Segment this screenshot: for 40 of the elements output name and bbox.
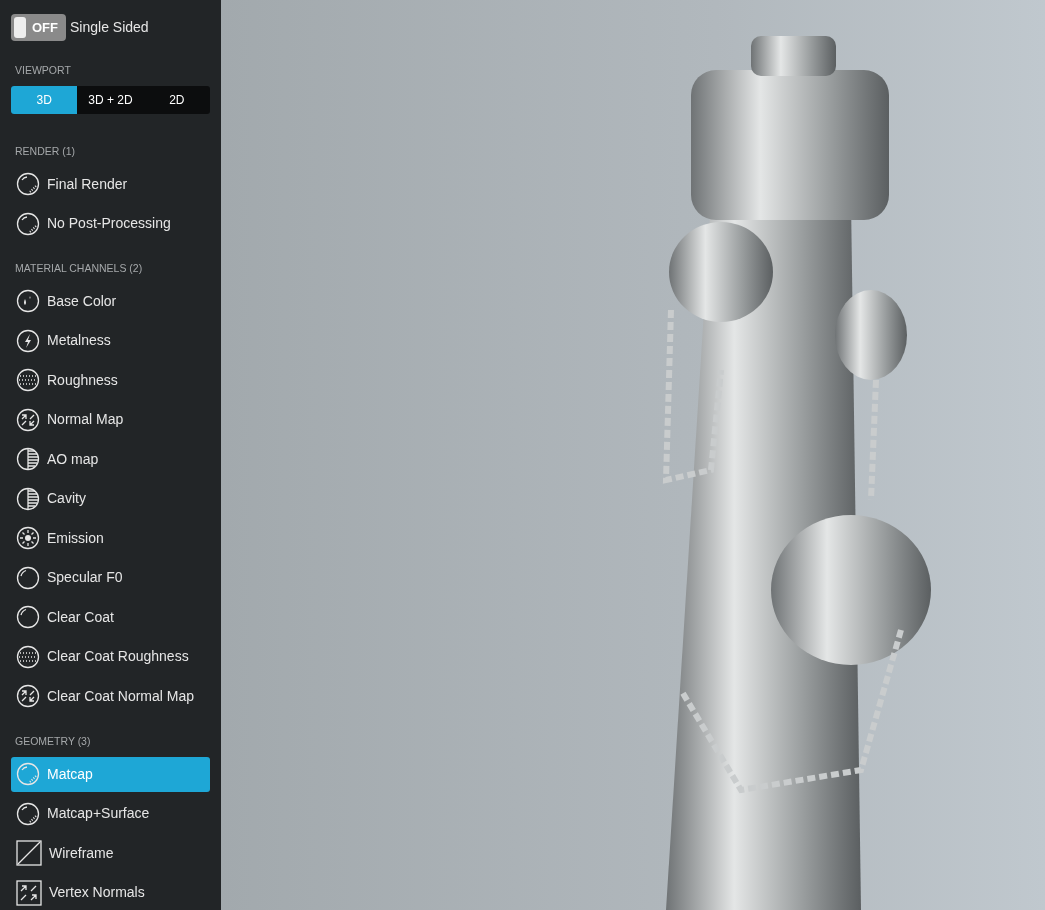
menu-item[interactable]: Clear Coat Roughness: [11, 639, 210, 675]
menu-item[interactable]: Vertex Normals: [11, 875, 210, 910]
arrows-icon: [16, 407, 40, 432]
menu-item[interactable]: Emission: [11, 520, 210, 556]
sun-icon: [16, 526, 40, 551]
menu-item[interactable]: No Post-Processing: [11, 206, 210, 241]
menu-item[interactable]: Clear Coat: [11, 599, 210, 635]
menu-item[interactable]: Wireframe: [11, 835, 210, 871]
menu-item[interactable]: AO map: [11, 441, 210, 477]
wireframe-icon: [16, 840, 42, 866]
menu-item[interactable]: Base Color: [11, 283, 210, 319]
section-header: MATERIAL CHANNELS (2): [15, 261, 144, 276]
menu-item[interactable]: Specular F0: [11, 560, 210, 596]
circle-icon: [16, 565, 40, 590]
lightning-icon: [16, 328, 40, 353]
viewport-tab[interactable]: 2D: [143, 85, 210, 114]
circle-icon: [16, 605, 40, 630]
drops-icon: [16, 289, 40, 314]
sphere-icon: [16, 211, 40, 236]
vertex-normals-icon: [16, 879, 42, 906]
sphere-icon: [16, 801, 40, 826]
menu-item[interactable]: Cavity: [11, 481, 210, 517]
viewport-tab[interactable]: 3D + 2D: [77, 85, 144, 114]
menu-item[interactable]: Final Render: [11, 166, 210, 202]
menu-item[interactable]: Roughness: [11, 362, 210, 398]
menu-item[interactable]: Clear Coat Normal Map: [11, 678, 210, 714]
menu-item[interactable]: Metalness: [11, 323, 210, 359]
sphere-icon: [16, 762, 40, 786]
striped-half-circle-icon: [16, 447, 40, 472]
sphere-icon: [16, 172, 40, 196]
section-header: RENDER (1): [15, 143, 77, 159]
menu-item[interactable]: Matcap+Surface: [11, 796, 210, 831]
striped-half-circle-icon: [16, 486, 40, 511]
section-header: GEOMETRY (3): [15, 733, 92, 749]
section-header: VIEWPORT: [15, 63, 72, 78]
menu-item[interactable]: Normal Map: [11, 402, 210, 438]
dotted-sphere-icon: [16, 644, 40, 669]
arrows-icon: [16, 684, 40, 709]
dotted-sphere-icon: [16, 368, 40, 393]
toggle-label: Single Sided: [70, 18, 149, 37]
